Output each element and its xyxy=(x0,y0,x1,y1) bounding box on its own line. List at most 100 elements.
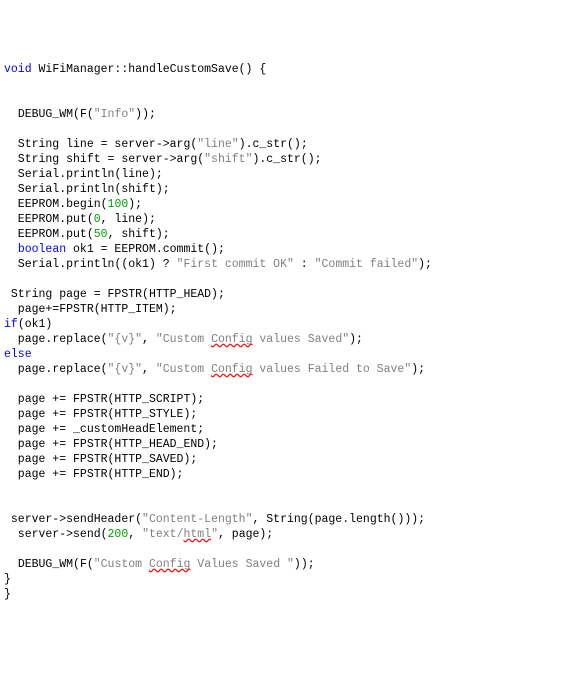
code-token: begin xyxy=(66,198,101,211)
code-token: "Content-Length" xyxy=(142,513,252,526)
code-token: 0 xyxy=(94,213,101,226)
code-token: if xyxy=(4,318,18,331)
code-token: send xyxy=(73,528,101,541)
code-token: } xyxy=(4,588,11,601)
code-token: println xyxy=(66,258,114,271)
code-token: ((ok1) ? xyxy=(114,258,176,271)
code-token: Values Saved " xyxy=(190,558,294,571)
code-token: ( xyxy=(101,198,108,211)
code-token: Config xyxy=(149,558,190,571)
code-token: arg xyxy=(170,138,191,151)
code-token: WiFiManager:: xyxy=(32,63,129,76)
code-token: , xyxy=(142,333,156,346)
code-token: " xyxy=(211,528,218,541)
code-token: page += xyxy=(4,408,73,421)
code-token: String page = xyxy=(4,288,108,301)
code-token xyxy=(4,558,18,571)
code-token: Serial. xyxy=(4,183,66,196)
code-token: () { xyxy=(239,63,267,76)
code-token: )); xyxy=(135,108,156,121)
code-token: page += xyxy=(4,393,73,406)
code-token: ())); xyxy=(391,513,426,526)
code-token: ); xyxy=(349,333,363,346)
code-token: replace xyxy=(52,363,100,376)
code-token: , xyxy=(128,528,142,541)
code-token: page += _customHeadElement; xyxy=(4,423,204,436)
code-token: ( xyxy=(101,333,108,346)
code-token: "shift" xyxy=(204,153,252,166)
code-token: replace xyxy=(52,333,100,346)
code-token: String shift = server-> xyxy=(4,153,177,166)
code-token: F xyxy=(80,558,87,571)
code-token: page += xyxy=(4,438,73,451)
code-token: put xyxy=(66,213,87,226)
code-token: ); xyxy=(418,258,432,271)
code-token: server-> xyxy=(4,513,66,526)
code-token: FPSTR xyxy=(108,288,143,301)
code-token xyxy=(4,243,18,256)
code-token: else xyxy=(4,348,32,361)
code-token: , line); xyxy=(101,213,156,226)
code-token: (); xyxy=(204,243,225,256)
code-token: (HTTP_END); xyxy=(108,468,184,481)
code-token: (HTTP_STYLE); xyxy=(108,408,198,421)
code-editor-content[interactable]: void WiFiManager::handleCustomSave() { D… xyxy=(4,62,564,602)
code-token: Config xyxy=(211,363,252,376)
code-token: (line); xyxy=(114,168,162,181)
code-token: , page); xyxy=(218,528,273,541)
code-token: length xyxy=(349,513,390,526)
code-token: String xyxy=(266,513,307,526)
code-token: )); xyxy=(294,558,315,571)
code-token: "{v}" xyxy=(108,363,143,376)
code-token: (HTTP_HEAD_END); xyxy=(108,438,218,451)
code-token: ( xyxy=(87,108,94,121)
code-token: FPSTR xyxy=(73,468,108,481)
code-token: ). xyxy=(252,153,266,166)
code-token: ( xyxy=(73,558,80,571)
code-token: (HTTP_SAVED); xyxy=(108,453,198,466)
code-token: ( xyxy=(87,213,94,226)
code-token: page+= xyxy=(4,303,59,316)
code-token: page += xyxy=(4,468,73,481)
code-token: DEBUG_WM xyxy=(18,558,73,571)
code-token: , xyxy=(252,513,266,526)
code-token: (page. xyxy=(308,513,349,526)
code-token: values Failed to Save" xyxy=(253,363,412,376)
code-token: arg xyxy=(177,153,198,166)
code-token: DEBUG_WM xyxy=(18,108,73,121)
code-token: , shift); xyxy=(108,228,170,241)
code-token: "Commit failed" xyxy=(315,258,419,271)
code-token: FPSTR xyxy=(59,303,94,316)
code-token: "Custom xyxy=(94,558,149,571)
code-token: html xyxy=(183,528,211,541)
code-token: 200 xyxy=(108,528,129,541)
code-token: 100 xyxy=(108,198,129,211)
code-token: (ok1) xyxy=(18,318,53,331)
code-token: c_str xyxy=(253,138,288,151)
code-token xyxy=(4,108,18,121)
code-token: values Saved" xyxy=(253,333,350,346)
code-token: ( xyxy=(101,528,108,541)
code-token: "{v}" xyxy=(108,333,143,346)
code-token: FPSTR xyxy=(73,408,108,421)
code-token: println xyxy=(66,183,114,196)
code-token: (HTTP_ITEM); xyxy=(94,303,177,316)
code-token: put xyxy=(66,228,87,241)
code-token: server-> xyxy=(4,528,73,541)
code-token: EEPROM. xyxy=(4,228,66,241)
code-token: commit xyxy=(163,243,204,256)
code-token: String line = server-> xyxy=(4,138,170,151)
code-token: void xyxy=(4,63,32,76)
code-token: FPSTR xyxy=(73,453,108,466)
code-token: "Custom xyxy=(156,363,211,376)
code-token: (HTTP_SCRIPT); xyxy=(108,393,205,406)
code-token: "Info" xyxy=(94,108,135,121)
code-token: println xyxy=(66,168,114,181)
code-token: EEPROM. xyxy=(4,213,66,226)
code-token: page. xyxy=(4,333,52,346)
code-token: ). xyxy=(239,138,253,151)
code-token: page. xyxy=(4,363,52,376)
code-token: (HTTP_HEAD); xyxy=(142,288,225,301)
code-token: "Custom xyxy=(156,333,211,346)
code-token: sendHeader xyxy=(66,513,135,526)
